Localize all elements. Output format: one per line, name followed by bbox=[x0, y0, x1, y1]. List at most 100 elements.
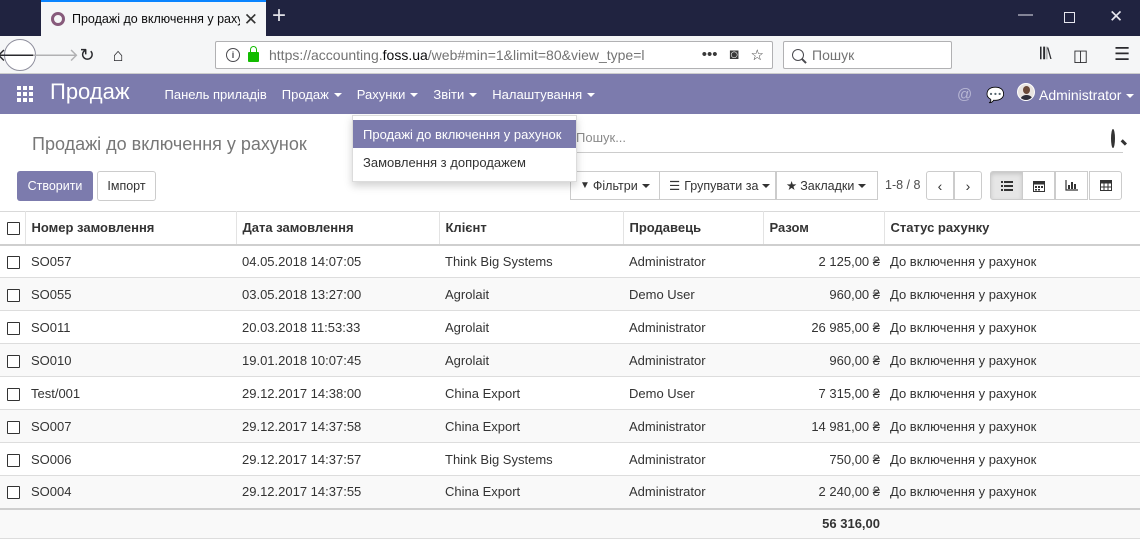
salesperson: Administrator bbox=[623, 244, 763, 278]
at-sign-icon[interactable]: @ bbox=[957, 86, 972, 103]
table-row[interactable]: SO010 19.01.2018 10:07:45 Agrolait Admin… bbox=[0, 343, 1140, 377]
menu-settings[interactable]: Налаштування bbox=[485, 87, 603, 102]
salesperson: Demo User bbox=[623, 277, 763, 311]
chevron-down-icon bbox=[762, 183, 771, 188]
info-icon[interactable]: i bbox=[226, 48, 240, 62]
calendar-view-icon[interactable] bbox=[1022, 171, 1055, 200]
row-checkbox[interactable] bbox=[0, 409, 25, 443]
customer: Agrolait bbox=[439, 310, 623, 344]
total-amount: 960,00 ₴ bbox=[763, 343, 884, 377]
sidebar-icon[interactable]: ◫ bbox=[1073, 46, 1088, 66]
dropdown-item-to-invoice[interactable]: Продажі до включення у рахунок bbox=[353, 120, 576, 148]
search-icon[interactable] bbox=[1111, 129, 1115, 148]
search-input[interactable]: Пошук... bbox=[568, 123, 1123, 153]
customer: Think Big Systems bbox=[439, 244, 623, 278]
user-menu[interactable]: Administrator bbox=[1039, 87, 1135, 103]
column-header[interactable]: Номер замовлення bbox=[25, 211, 237, 246]
table-row[interactable]: Test/001 29.12.2017 14:38:00 China Expor… bbox=[0, 376, 1140, 410]
column-header[interactable]: Клієнт bbox=[439, 211, 624, 246]
window-close-icon[interactable]: ✕ bbox=[1109, 7, 1123, 27]
favorites-button[interactable]: ★ Закладки bbox=[776, 171, 878, 200]
customer: Think Big Systems bbox=[439, 442, 623, 476]
odoo-favicon-icon bbox=[51, 12, 65, 26]
more-icon[interactable]: ••• bbox=[702, 46, 718, 64]
graph-view-icon[interactable] bbox=[1055, 171, 1088, 200]
invoice-status: До включення у рахунок bbox=[884, 343, 1140, 377]
pager-value[interactable]: 1-8 / 8 bbox=[885, 178, 920, 192]
row-checkbox[interactable] bbox=[0, 343, 25, 377]
create-button[interactable]: Створити bbox=[17, 171, 93, 201]
table-row[interactable]: SO007 29.12.2017 14:37:58 China Export A… bbox=[0, 409, 1140, 443]
group-by-button[interactable]: ☰ Групувати за bbox=[659, 171, 776, 200]
library-icon[interactable]: 𝄃𝄃\ bbox=[1040, 46, 1052, 64]
order-number: SO007 bbox=[25, 409, 236, 443]
top-menu: Панель приладів Продаж Рахунки Звіти Нал… bbox=[157, 74, 603, 114]
maximize-icon[interactable] bbox=[1064, 12, 1075, 23]
order-number: SO055 bbox=[25, 277, 236, 311]
table-header-row: Номер замовлення Дата замовлення Клієнт … bbox=[0, 211, 1140, 246]
star-icon[interactable]: ☆ bbox=[751, 46, 764, 64]
total-amount: 750,00 ₴ bbox=[763, 442, 884, 476]
dropdown-item-upsell[interactable]: Замовлення з допродажем bbox=[353, 148, 576, 176]
menu-sales[interactable]: Продаж bbox=[274, 87, 349, 102]
chevron-down-icon bbox=[641, 183, 650, 188]
order-date: 29.12.2017 14:37:57 bbox=[236, 442, 439, 476]
url-text[interactable]: https://accounting.foss.ua/web#min=1&lim… bbox=[269, 47, 669, 63]
url-bar[interactable]: i https://accounting.foss.ua/web#min=1&l… bbox=[215, 41, 773, 69]
row-checkbox[interactable] bbox=[0, 475, 25, 509]
order-number: SO011 bbox=[25, 310, 236, 344]
menu-invoices[interactable]: Рахунки bbox=[349, 87, 426, 102]
menu-icon[interactable]: ☰ bbox=[1114, 44, 1130, 65]
order-date: 19.01.2018 10:07:45 bbox=[236, 343, 439, 377]
table-row[interactable]: SO055 03.05.2018 13:27:00 Agrolait Demo … bbox=[0, 277, 1140, 311]
row-checkbox[interactable] bbox=[0, 310, 25, 344]
forward-icon[interactable]: 🡒 bbox=[31, 40, 79, 70]
reload-icon[interactable]: ↻ bbox=[72, 40, 102, 70]
apps-grid-icon[interactable] bbox=[17, 86, 35, 102]
chevron-down-icon bbox=[587, 93, 596, 98]
row-checkbox[interactable] bbox=[0, 244, 25, 278]
total-amount: 7 315,00 ₴ bbox=[763, 376, 884, 410]
row-checkbox[interactable] bbox=[0, 277, 25, 311]
import-button[interactable]: Імпорт bbox=[97, 171, 156, 201]
order-number: SO004 bbox=[25, 475, 236, 509]
avatar[interactable] bbox=[1017, 83, 1035, 101]
tab-title: Продажі до включення у рахунок bbox=[72, 12, 240, 26]
star-icon: ★ bbox=[786, 179, 798, 193]
invoice-status: До включення у рахунок bbox=[884, 442, 1140, 476]
filters-button[interactable]: ▼ Фільтри bbox=[570, 171, 660, 200]
tab-close-icon[interactable]: ✕ bbox=[244, 10, 258, 30]
column-header[interactable]: Дата замовлення bbox=[236, 211, 440, 246]
new-tab-icon[interactable]: + bbox=[272, 2, 286, 30]
table-row[interactable]: SO006 29.12.2017 14:37:57 Think Big Syst… bbox=[0, 442, 1140, 476]
order-number: SO057 bbox=[25, 244, 236, 278]
pivot-view-icon[interactable] bbox=[1089, 171, 1122, 200]
minimize-icon[interactable]: — bbox=[1018, 6, 1033, 23]
browser-search-bar[interactable]: Пошук bbox=[783, 41, 952, 69]
browser-tab[interactable]: Продажі до включення у рахунок ✕ bbox=[41, 0, 266, 36]
chevron-down-icon bbox=[410, 93, 419, 98]
breadcrumb: Продажі до включення у рахунок bbox=[32, 134, 307, 154]
filter-icon: ▼ bbox=[580, 180, 590, 191]
order-date: 29.12.2017 14:38:00 bbox=[236, 376, 439, 410]
row-checkbox[interactable] bbox=[0, 376, 25, 410]
table-row[interactable]: SO011 20.03.2018 11:53:33 Agrolait Admin… bbox=[0, 310, 1140, 344]
column-header[interactable]: Разом bbox=[763, 211, 885, 246]
pager-previous-icon[interactable]: ‹ bbox=[926, 171, 954, 200]
table-row[interactable]: SO004 29.12.2017 14:37:55 China Export A… bbox=[0, 475, 1140, 509]
app-topbar: Продаж Панель приладів Продаж Рахунки Зв… bbox=[0, 74, 1140, 114]
salesperson: Administrator bbox=[623, 475, 763, 509]
column-header[interactable]: Продавець bbox=[623, 211, 764, 246]
total-amount: 26 985,00 ₴ bbox=[763, 310, 884, 344]
column-header[interactable]: Статус рахунку bbox=[884, 211, 1140, 246]
pager-next-icon[interactable]: › bbox=[954, 171, 982, 200]
list-view-icon[interactable] bbox=[990, 171, 1023, 200]
home-icon[interactable]: ⌂ bbox=[103, 40, 133, 70]
table-row[interactable]: SO057 04.05.2018 14:07:05 Think Big Syst… bbox=[0, 244, 1140, 278]
row-checkbox[interactable] bbox=[0, 442, 25, 476]
chat-icon[interactable]: 💬 bbox=[986, 86, 1005, 104]
menu-dashboard[interactable]: Панель приладів bbox=[157, 87, 274, 102]
menu-reports[interactable]: Звіти bbox=[426, 87, 485, 102]
pocket-icon[interactable]: ◙ bbox=[729, 46, 738, 64]
select-all-checkbox[interactable] bbox=[0, 211, 26, 246]
